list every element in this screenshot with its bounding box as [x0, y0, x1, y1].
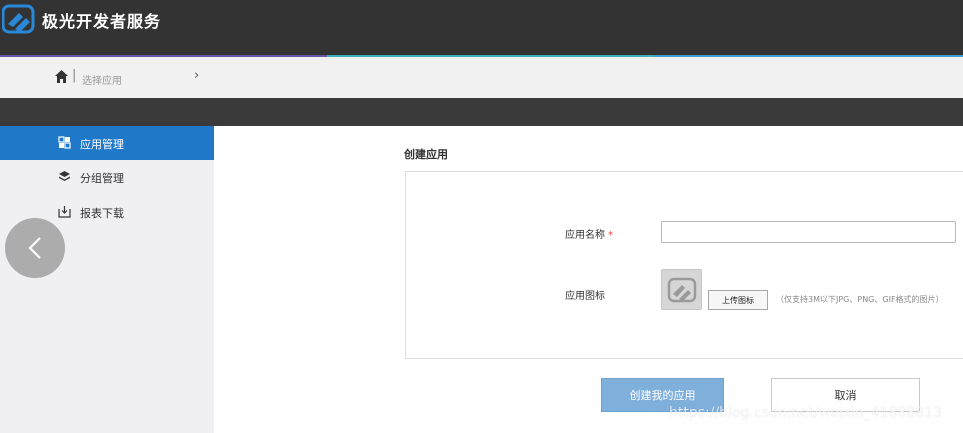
breadcrumb-separator: | — [72, 68, 77, 83]
app-name-input[interactable] — [661, 221, 956, 243]
sidebar-item-app-management[interactable]: 应用管理 — [0, 126, 214, 160]
sidebar-item-label: 分组管理 — [80, 172, 124, 185]
create-app-form: 应用名称 * 应用图标 上传图标 （仅支持3M以下JPG、PNG、GIF格式的图片… — [405, 171, 963, 359]
chevron-left-icon — [28, 237, 41, 259]
app-icon-label: 应用图标 — [565, 291, 605, 302]
toolbar-strip — [0, 98, 963, 126]
required-mark: * — [608, 230, 613, 241]
sidebar-item-group-management[interactable]: 分组管理 — [0, 160, 214, 194]
app-grid-icon — [58, 136, 71, 149]
download-icon — [58, 206, 71, 218]
sidebar: 应用管理 分组管理 报表下载 — [0, 126, 214, 433]
app-icon-placeholder-icon — [667, 277, 697, 303]
jiguang-logo-icon[interactable] — [2, 4, 36, 34]
watermark-text: https://blog.csdn.net/weixin_41888813 — [669, 405, 943, 421]
back-button[interactable] — [5, 218, 65, 278]
chevron-right-icon[interactable]: › — [194, 68, 199, 83]
breadcrumb-current[interactable]: 选择应用 — [82, 72, 122, 87]
sidebar-item-label: 报表下载 — [80, 207, 124, 220]
app-name-label-text: 应用名称 — [565, 230, 605, 241]
main-content: 创建应用 应用名称 * 应用图标 上传图标 （仅支持3M以下JPG、PNG、GIF… — [214, 126, 963, 433]
app-name-label: 应用名称 * — [565, 226, 613, 241]
layers-icon — [59, 171, 70, 181]
upload-icon-button[interactable]: 上传图标 — [708, 290, 768, 310]
top-header: 极光开发者服务 — [0, 0, 963, 57]
breadcrumb: | 选择应用 › — [0, 57, 963, 98]
sidebar-item-label: 应用管理 — [80, 138, 124, 151]
app-icon-preview — [661, 269, 702, 310]
upload-hint: （仅支持3M以下JPG、PNG、GIF格式的图片） — [776, 295, 944, 304]
page-title: 创建应用 — [404, 148, 448, 161]
home-icon[interactable] — [54, 69, 69, 84]
brand-title: 极光开发者服务 — [42, 12, 162, 31]
